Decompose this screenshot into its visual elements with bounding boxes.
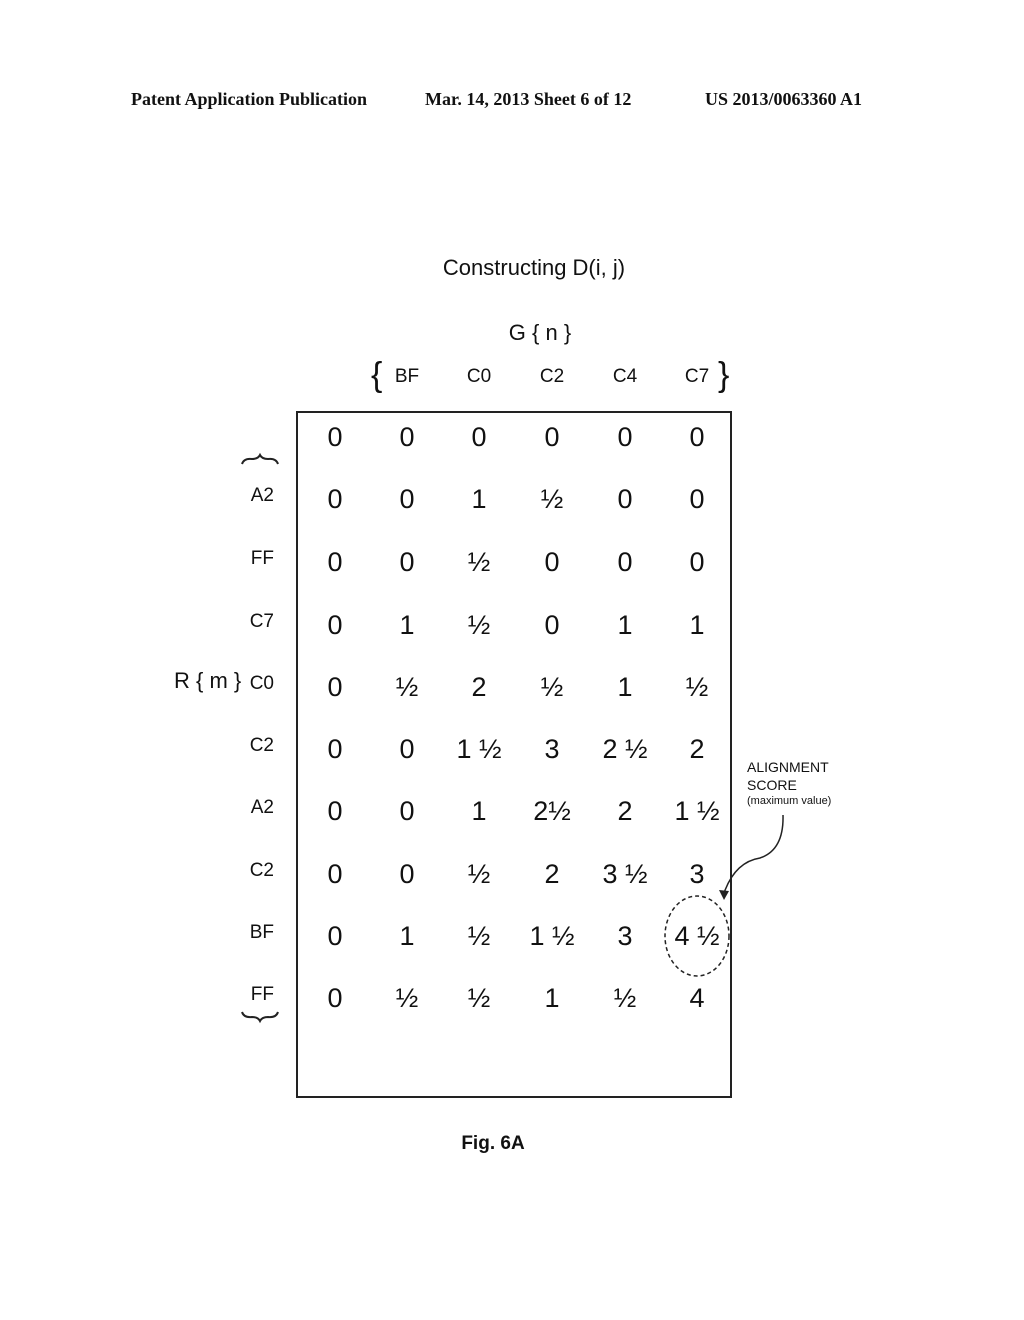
matrix-cell: 0 (399, 422, 415, 452)
row-label: C7 (249, 611, 274, 632)
row-label: C2 (249, 860, 274, 881)
g-sequence-label: G { n } (508, 320, 572, 345)
matrix-cell: 1 (471, 484, 487, 514)
figure-title: Constructing D(i, j) (442, 255, 626, 280)
annotation-line-3: (maximum value) (747, 795, 832, 807)
matrix-cell: 0 (544, 422, 560, 452)
matrix-cell: 2 (617, 796, 633, 826)
matrix-cell: 1 (399, 610, 415, 640)
annotation-line-1: ALIGNMENT (747, 759, 829, 775)
matrix-cell: 3 (689, 859, 705, 889)
matrix-cell: ½ (685, 672, 709, 702)
matrix-cell: ½ (467, 547, 491, 577)
matrix-cell: 3 (544, 734, 560, 764)
alignment-score-annotation: ALIGNMENT SCORE (maximum value) (747, 758, 831, 808)
column-header: BF (394, 366, 420, 387)
matrix-cell: 1 (471, 796, 487, 826)
matrix-cell: 0 (544, 610, 560, 640)
matrix-cell: 1 ½ (456, 734, 502, 764)
matrix-cell: 0 (617, 547, 633, 577)
row-label: A2 (250, 797, 274, 818)
matrix-cell: 4 (689, 983, 705, 1013)
matrix-cell: ½ (395, 672, 419, 702)
matrix-cell: 2½ (533, 796, 571, 826)
matrix-cell: 2 (689, 734, 705, 764)
matrix-cell: 2 ½ (602, 734, 648, 764)
r-sequence-label: R { m } (174, 668, 242, 693)
matrix-cell: 0 (689, 547, 705, 577)
publication-number: US 2013/0063360 A1 (705, 89, 863, 109)
matrix-cell: 0 (327, 921, 343, 951)
matrix-cell: 1 (399, 921, 415, 951)
row-label: BF (249, 922, 274, 943)
matrix-cell: 0 (471, 422, 487, 452)
matrix-cell: 0 (689, 422, 705, 452)
page-header: Patent Application Publication Mar. 14, … (0, 89, 1024, 113)
matrix-cell: 1 (689, 610, 705, 640)
matrix-cell: 0 (327, 422, 343, 452)
column-header: C7 (684, 366, 710, 387)
publication-date-sheet: Mar. 14, 2013 Sheet 6 of 12 (425, 89, 632, 109)
matrix-cell: 0 (327, 547, 343, 577)
top-row-brace (241, 452, 279, 465)
matrix-cell: 0 (327, 610, 343, 640)
matrix-cell: 1 (617, 672, 633, 702)
matrix-cell: 0 (327, 484, 343, 514)
matrix-cell: 3 (617, 921, 633, 951)
matrix-cell: 0 (399, 796, 415, 826)
row-label: C2 (249, 735, 274, 756)
matrix-cell: 0 (399, 547, 415, 577)
matrix-cell: 0 (544, 547, 560, 577)
row-label: FF (250, 548, 274, 569)
matrix-cell: 0 (327, 859, 343, 889)
matrix-cell: 0 (327, 672, 343, 702)
column-header: C4 (612, 366, 638, 387)
annotation-line-2: SCORE (747, 777, 797, 793)
figure-caption: Fig. 6A (461, 1133, 525, 1154)
matrix-cell: 0 (399, 859, 415, 889)
matrix-cell: ½ (467, 983, 491, 1013)
matrix-cell: 1 ½ (674, 796, 720, 826)
bottom-row-brace (241, 1011, 279, 1024)
matrix-cell: 0 (617, 422, 633, 452)
matrix-cell: ½ (540, 484, 564, 514)
matrix-cell: ½ (467, 859, 491, 889)
matrix-cell: 0 (327, 796, 343, 826)
column-header: C2 (539, 366, 565, 387)
column-header: C0 (466, 366, 492, 387)
matrix-cell: 1 (617, 610, 633, 640)
matrix-cell: 2 (471, 672, 487, 702)
matrix-cell: 1 ½ (529, 921, 575, 951)
matrix-cell: ½ (467, 610, 491, 640)
matrix-cell: 4 ½ (674, 921, 720, 951)
row-label: FF (250, 984, 274, 1005)
matrix-cell: 0 (689, 484, 705, 514)
matrix-cell: 0 (399, 734, 415, 764)
matrix-cell: 1 (544, 983, 560, 1013)
matrix-cell: ½ (467, 921, 491, 951)
matrix-cell: 3 ½ (602, 859, 648, 889)
matrix-cell: ½ (540, 672, 564, 702)
publication-type: Patent Application Publication (131, 89, 368, 109)
matrix-cell: 0 (327, 983, 343, 1013)
matrix-cell: ½ (613, 983, 637, 1013)
matrix-cell: 2 (544, 859, 560, 889)
matrix-cell: 0 (327, 734, 343, 764)
matrix-cell: 0 (617, 484, 633, 514)
matrix-cell: 0 (399, 484, 415, 514)
matrix-cell: ½ (395, 983, 419, 1013)
row-label: A2 (250, 485, 274, 506)
